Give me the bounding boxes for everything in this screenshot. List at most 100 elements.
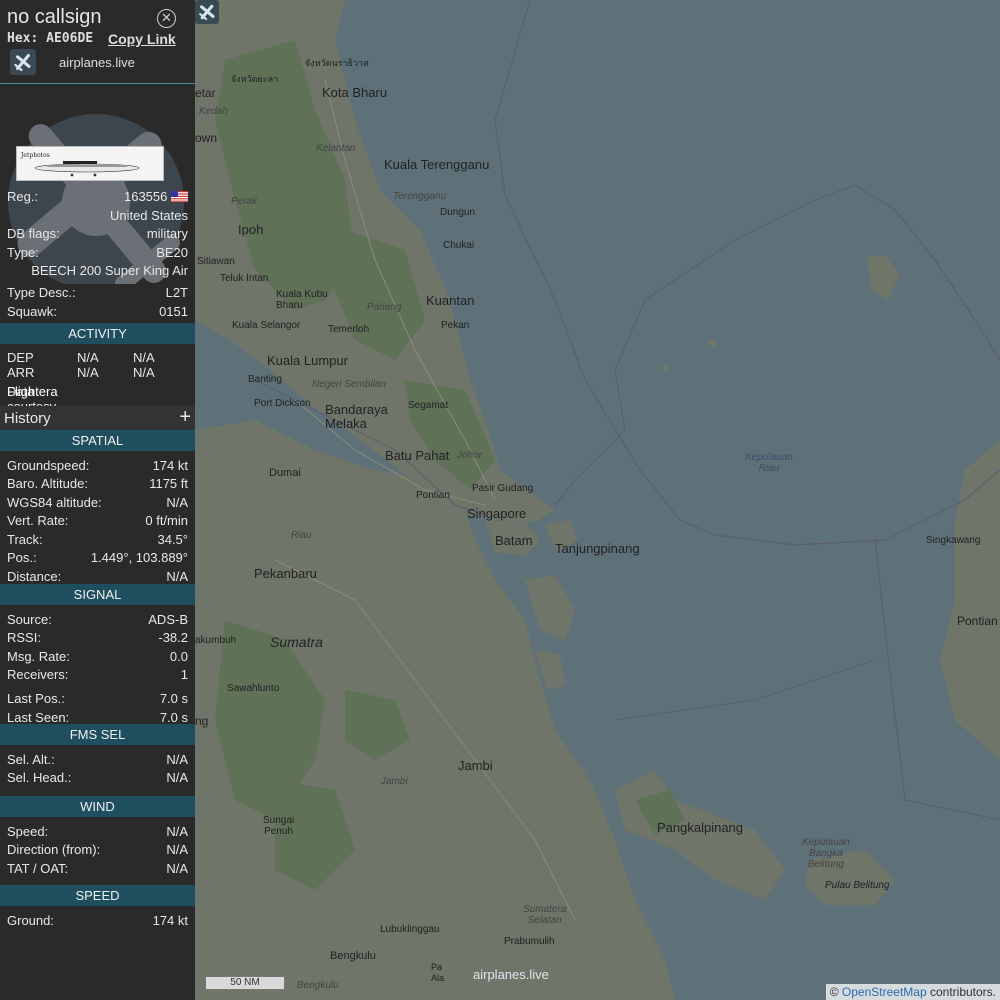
wind-speed-row: Speed: N/A [0, 822, 195, 841]
squawk-row: Squawk: 0151 [0, 302, 195, 323]
reg-value: 163556 [123, 189, 168, 204]
site-link[interactable]: airplanes.live [59, 55, 135, 70]
wind-rows: Speed: N/A Direction (from): N/A TAT / OAT… [0, 817, 195, 885]
type-desc-value: L2T [165, 285, 188, 300]
row-value: ADS-B [148, 611, 188, 627]
wind-direction-row: Direction (from): N/A [0, 840, 195, 859]
close-button[interactable]: ✕ [157, 9, 176, 28]
sel-alt-row: Sel. Alt.: N/A [0, 750, 195, 769]
row-value: N/A [166, 842, 188, 857]
row-label: Direction (from): [7, 842, 101, 857]
row-label: Source: [7, 611, 52, 627]
history-title: History [4, 409, 51, 427]
map-label-dungun: Dungun [440, 207, 476, 218]
map-label-kep-bangka-belitung: Kepulauan Bangka Belitung [802, 837, 850, 870]
row-value: 0.0 [169, 648, 188, 664]
dep-label: DEP [7, 349, 34, 365]
row-label: Receivers: [7, 667, 69, 682]
copy-link-button[interactable]: Copy Link [108, 31, 176, 47]
map-label-pontian: Pontian [416, 490, 450, 501]
map-label-pekan: Pekan [441, 320, 470, 331]
row-label: Baro. Altitude: [7, 476, 88, 491]
signal-rows: Source: ADS-B RSSI: -38.2 Msg. Rate: 0.0 Re… [0, 605, 195, 727]
map-label-jambi: Jambi [458, 758, 493, 773]
spatial-header: SPATIAL [0, 429, 195, 451]
row-label: Groundspeed: [7, 457, 90, 473]
last-pos-row: Last Pos.: 7.0 s [0, 689, 195, 708]
arr-value-1: N/A [77, 364, 99, 380]
sel-head-row: Sel. Head.: N/A [0, 768, 195, 787]
map-label-pekanbaru: Pekanbaru [254, 566, 317, 581]
type-value: BE20 [156, 244, 188, 260]
row-value: 1 [180, 667, 188, 682]
scale-bar: 50 NM [205, 976, 285, 990]
row-label: Track: [7, 531, 43, 547]
aircraft-photo[interactable]: Jetphotos [16, 146, 164, 181]
openstreetmap-link[interactable]: OpenStreetMap [842, 985, 927, 999]
row-label: TAT / OAT: [7, 860, 69, 876]
map-label-johor: Johor [457, 450, 483, 461]
row-label: Ground: [7, 912, 54, 928]
expand-history-button[interactable]: + [179, 406, 191, 429]
map-label-batam: Batam [495, 533, 533, 548]
rssi-row: RSSI: -38.2 [0, 628, 195, 647]
country-value: United States [109, 207, 188, 223]
wind-header: WIND [0, 795, 195, 817]
arr-label: ARR [7, 364, 35, 380]
row-value: N/A [166, 568, 188, 584]
map-label-kuala-lumpur: Kuala Lumpur [267, 353, 348, 368]
row-label: RSSI: [7, 630, 41, 645]
map-label-bengkulu-province: Bengkulu [297, 980, 339, 991]
row-value: 1.449°, 103.889° [90, 550, 188, 565]
tat-oat-row: TAT / OAT: N/A [0, 859, 195, 878]
row-value: 0 ft/min [145, 513, 188, 528]
map-label-pangkalpinang: Pangkalpinang [657, 820, 744, 835]
row-label: Speed: [7, 823, 49, 839]
map-label-dumai: Dumai [269, 467, 301, 479]
arr-value-2: N/A [133, 364, 155, 380]
map-label-kuantan: Kuantan [426, 293, 475, 308]
map-label-ipoh: Ipoh [238, 222, 264, 237]
map-label-port-dickson: Port Dickson [254, 398, 311, 409]
map-label-temerloh: Temerloh [328, 324, 370, 335]
type-desc-row: Type Desc.: L2T [0, 283, 195, 302]
hex-code: Hex: AE06DE [7, 31, 94, 46]
type-row: Type: BE20 [0, 243, 195, 262]
us-flag-icon [171, 191, 188, 202]
row-value: 7.0 s [159, 691, 188, 706]
map-label-pontian-east: Pontian [957, 614, 998, 628]
track-row: Track: 34.5° [0, 530, 195, 549]
history-bar[interactable]: History + [0, 405, 195, 430]
map-label-pasir-gudang: Pasir Gudang [472, 483, 534, 494]
map-label-segamat: Segamat [408, 400, 449, 411]
attribution-suffix: contributors. [929, 985, 996, 999]
source-row: Source: ADS-B [0, 610, 195, 629]
map-label-ng: ng [195, 714, 209, 728]
signal-header: SIGNAL [0, 583, 195, 605]
map-label-yala: จังหวัดยะลา [231, 74, 279, 84]
flags-label: DB flags: [7, 226, 60, 241]
map-label-singkawang: Singkawang [926, 535, 981, 546]
row-value: N/A [166, 751, 188, 767]
reg-label: Reg.: [7, 189, 39, 204]
map-label-sawahlunto: Sawahlunto [227, 683, 280, 694]
baro-altitude-row: Baro. Altitude: 1175 ft [0, 474, 195, 493]
reg-value-wrap: 163556 [124, 189, 188, 204]
ground-speed-row: Ground: 174 kt [0, 911, 195, 930]
aircraft-photo-image: Jetphotos [17, 147, 163, 180]
row-label: Sel. Alt.: [7, 751, 55, 767]
last-seen-row: Last Seen: 7.0 s [0, 708, 195, 727]
flightera-link[interactable]: Flightera [7, 384, 58, 399]
row-value: N/A [166, 770, 188, 785]
map-label-kuala-terengganu: Kuala Terengganu [384, 157, 490, 172]
map-label-pulau-belitung: Pulau Belitung [825, 880, 890, 891]
airplanes-live-logo-icon[interactable] [10, 49, 36, 75]
map-view[interactable]: Kota Bharu Kuala Terengganu Kelantan Ter… [195, 0, 1000, 1000]
map-attribution: © OpenStreetMap contributors. [825, 984, 1000, 1000]
type-desc-label: Type Desc.: [7, 285, 76, 300]
reg-row: Reg.: 163556 [0, 187, 195, 206]
row-value: 7.0 s [159, 709, 188, 725]
map-label-riau: Riau [291, 530, 312, 541]
map-label-banting: Banting [248, 374, 282, 385]
receivers-row: Receivers: 1 [0, 665, 195, 689]
